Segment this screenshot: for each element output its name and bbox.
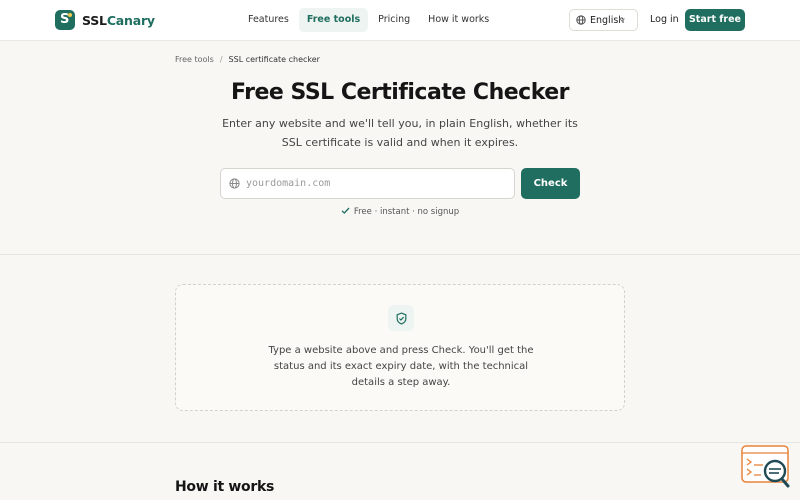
breadcrumb-separator: /: [219, 55, 223, 64]
free-note-text: Free · instant · no signup: [353, 207, 460, 217]
language-select[interactable]: English: [569, 9, 638, 31]
page-title: Free SSL Certificate Checker: [231, 80, 570, 105]
logo-mark-icon: S: [55, 10, 75, 30]
nav-link-how-it-works[interactable]: How it works: [420, 8, 497, 32]
how-it-works-heading: How it works: [175, 479, 275, 495]
globe-icon: [576, 15, 586, 25]
domain-input[interactable]: [246, 178, 486, 189]
breadcrumb: Free tools / SSL certificate checker: [175, 55, 320, 64]
section-divider: [0, 254, 800, 255]
brand-logo[interactable]: S SSLCanary: [55, 10, 155, 30]
breadcrumb-current: SSL certificate checker: [228, 55, 320, 64]
empty-state-message: Type a website above and press Check. Yo…: [268, 345, 534, 388]
result-placeholder-card: Type a website above and press Check. Yo…: [175, 284, 625, 411]
help-widget-button[interactable]: [741, 444, 793, 490]
check-button[interactable]: Check: [521, 168, 580, 199]
nav-links: Features Free tools Pricing How it works: [240, 8, 499, 32]
shield-check-icon: [388, 305, 414, 331]
domain-input-wrapper[interactable]: [220, 168, 515, 199]
logo-dot: [68, 13, 72, 17]
free-note: Free · instant · no signup: [0, 206, 800, 217]
page-subtitle: Enter any website and we'll tell you, in…: [222, 117, 578, 149]
search-chat-icon: [741, 445, 790, 488]
brand-name: SSLCanary: [82, 12, 155, 28]
checkmark-icon: [341, 207, 350, 214]
globe-icon: [229, 178, 240, 189]
nav-link-features[interactable]: Features: [240, 8, 297, 32]
nav-link-free-tools[interactable]: Free tools: [298, 8, 369, 32]
nav-link-pricing[interactable]: Pricing: [370, 8, 418, 32]
breadcrumb-free-tools[interactable]: Free tools: [175, 55, 214, 64]
start-free-button[interactable]: Start free: [685, 9, 745, 31]
section-divider: [0, 442, 800, 443]
top-nav: S SSLCanary Features Free tools Pricing …: [0, 0, 800, 41]
login-link[interactable]: Log in: [650, 9, 679, 31]
chevron-down-icon: [619, 18, 625, 22]
